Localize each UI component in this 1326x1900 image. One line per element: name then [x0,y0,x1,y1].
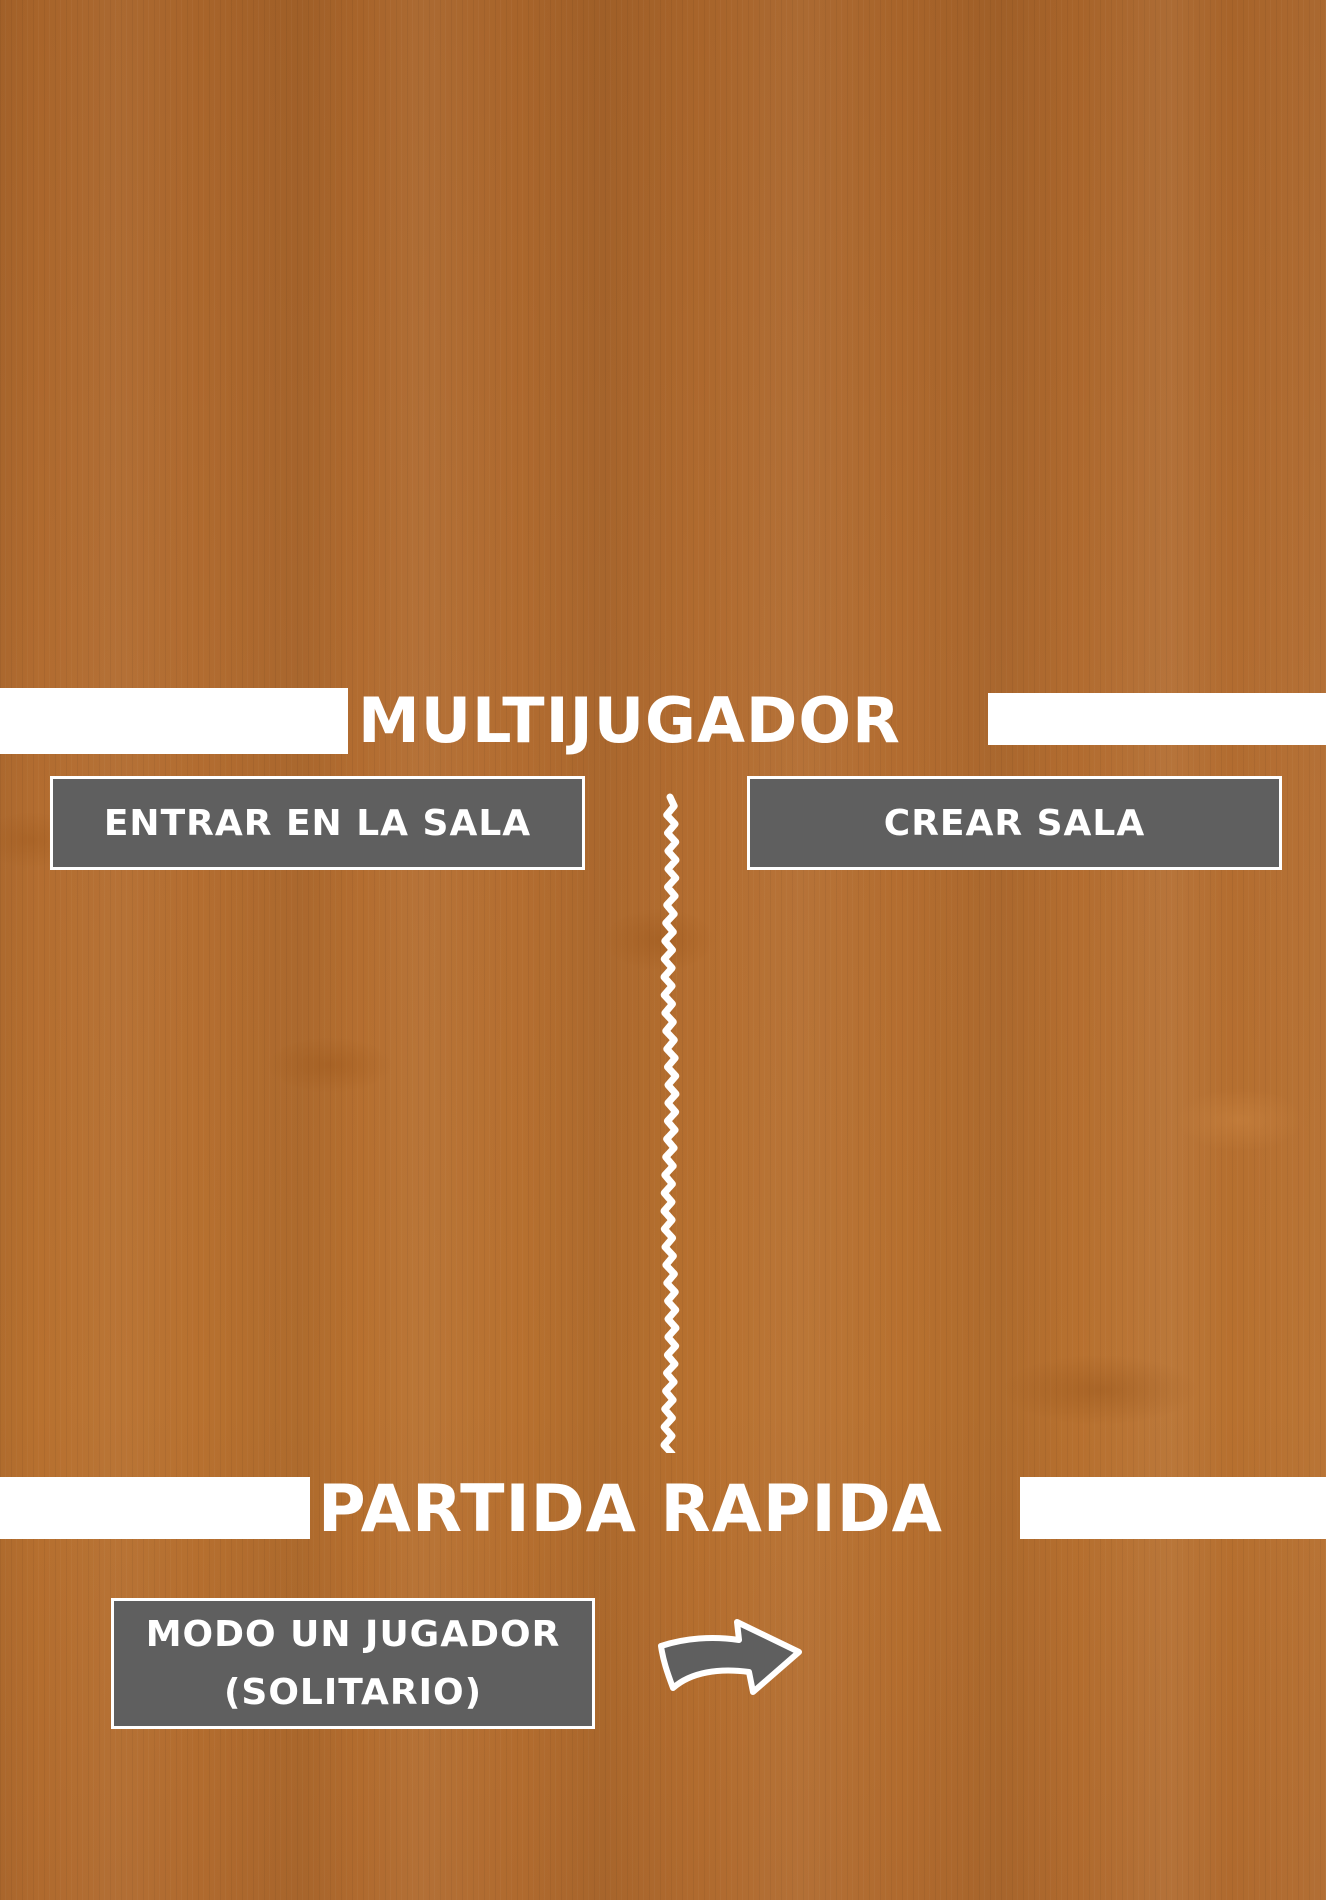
multijugador-title: MULTIJUGADOR [358,684,901,757]
create-room-button[interactable]: CREAR SALA [747,776,1282,870]
partida-rapida-title: PARTIDA RAPIDA [318,1472,943,1547]
chalk-divider-line [660,793,680,1453]
partida-band-left [0,1477,310,1539]
single-player-label-line2: (SOLITARIO) [223,1671,483,1713]
multijugador-band-right [988,693,1326,745]
multijugador-band-left [0,688,348,754]
single-player-label-line1: MODO UN JUGADOR [145,1613,561,1655]
partida-band-right [1020,1477,1326,1539]
single-player-button[interactable]: MODO UN JUGADOR (SOLITARIO) [111,1598,595,1729]
join-room-button[interactable]: ENTRAR EN LA SALA [50,776,585,870]
game-menu-screen: MULTIJUGADOR ENTRAR EN LA SALA CREAR SAL… [0,0,1326,1900]
right-arrow-icon [658,1619,802,1695]
